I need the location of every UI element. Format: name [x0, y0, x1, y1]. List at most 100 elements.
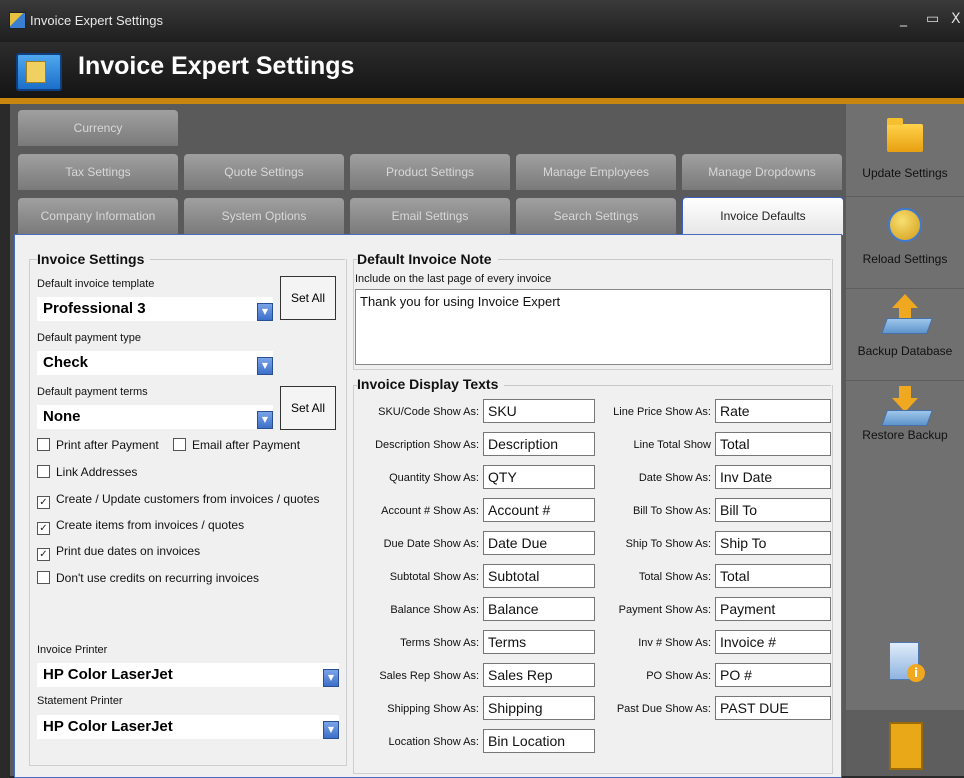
tab-tax-settings[interactable]: Tax Settings [18, 154, 178, 190]
restore-backup-button[interactable]: Restore Backup [846, 380, 964, 472]
template-label: Default invoice template [37, 278, 155, 290]
terms-set-all-button[interactable]: Set All [280, 386, 336, 430]
line-price-field[interactable]: Rate [715, 399, 831, 423]
check-icon[interactable]: ✓ [37, 548, 50, 561]
invoice-printer-value: HP Color LaserJet [43, 666, 173, 683]
line-total-field[interactable]: Total [715, 432, 831, 456]
checkbox-box[interactable] [37, 438, 50, 451]
subtotal-label: Subtotal Show As: [389, 571, 479, 583]
description-field[interactable]: Description [483, 432, 595, 456]
payment-terms-select[interactable]: None ▼ [37, 405, 273, 429]
template-set-all-button[interactable]: Set All [280, 276, 336, 320]
app-icon [9, 12, 26, 29]
ship-to-label: Ship To Show As: [625, 538, 711, 550]
tab-company-information[interactable]: Company Information [18, 198, 178, 234]
chevron-down-icon[interactable]: ▼ [323, 721, 339, 739]
shipping-field[interactable]: Shipping [483, 696, 595, 720]
sku-field[interactable]: SKU [483, 399, 595, 423]
tab-invoice-defaults[interactable]: Invoice Defaults [682, 197, 844, 235]
link-addresses-checkbox[interactable]: Link Addresses [37, 465, 137, 479]
invoice-defaults-panel: Invoice Settings Default invoice templat… [14, 234, 842, 778]
invoice-printer-label: Invoice Printer [37, 644, 108, 656]
date-label: Date Show As: [638, 472, 711, 484]
terms-field[interactable]: Terms [483, 630, 595, 654]
tab-search-settings[interactable]: Search Settings [516, 198, 676, 234]
location-field[interactable]: Bin Location [483, 729, 595, 753]
payment-field[interactable]: Payment [715, 597, 831, 621]
bill-to-field[interactable]: Bill To [715, 498, 831, 522]
no-credits-recurring-checkbox[interactable]: Don't use credits on recurring invoices [37, 571, 259, 585]
tab-email-settings[interactable]: Email Settings [350, 198, 510, 234]
due-date-label: Due Date Show As: [383, 538, 479, 550]
tab-product-settings[interactable]: Product Settings [350, 154, 510, 190]
chevron-down-icon[interactable]: ▼ [257, 411, 273, 429]
default-note-textarea[interactable]: Thank you for using Invoice Expert [355, 289, 831, 365]
line-price-label: Line Price Show As: [613, 406, 711, 418]
backup-database-button[interactable]: Backup Database [846, 288, 964, 381]
quantity-label: Quantity Show As: [389, 472, 479, 484]
inv-number-field[interactable]: Invoice # [715, 630, 831, 654]
chevron-down-icon[interactable]: ▼ [257, 357, 273, 375]
subtotal-field[interactable]: Subtotal [483, 564, 595, 588]
reload-icon [888, 208, 922, 242]
template-select[interactable]: Professional 3 ▼ [37, 297, 273, 321]
sales-rep-field[interactable]: Sales Rep [483, 663, 595, 687]
past-due-field[interactable]: PAST DUE [715, 696, 831, 720]
template-value: Professional 3 [43, 300, 146, 317]
balance-field[interactable]: Balance [483, 597, 595, 621]
info-icon[interactable]: i [889, 642, 925, 686]
chevron-down-icon[interactable]: ▼ [323, 669, 339, 687]
email-after-payment-checkbox[interactable]: Email after Payment [173, 438, 300, 452]
statement-printer-select[interactable]: HP Color LaserJet ▼ [37, 715, 339, 739]
folder-icon [887, 118, 923, 152]
payment-terms-value: None [43, 408, 81, 425]
window-title-bar: Invoice Expert Settings _ ▭ X [0, 0, 964, 42]
reload-settings-button[interactable]: Reload Settings [846, 196, 964, 289]
display-texts-title: Invoice Display Texts [357, 376, 505, 392]
check-icon[interactable]: ✓ [37, 496, 50, 509]
maximize-button[interactable]: ▭ [926, 11, 939, 27]
balance-label: Balance Show As: [390, 604, 479, 616]
payment-terms-label: Default payment terms [37, 386, 148, 398]
quantity-field[interactable]: QTY [483, 465, 595, 489]
print-after-payment-checkbox[interactable]: Print after Payment [37, 438, 159, 452]
sales-rep-label: Sales Rep Show As: [379, 670, 479, 682]
due-date-field[interactable]: Date Due [483, 531, 595, 555]
print-due-dates-checkbox[interactable]: ✓ Print due dates on invoices [37, 544, 200, 561]
default-note-title: Default Invoice Note [357, 251, 498, 267]
minimize-button[interactable]: _ [900, 11, 907, 27]
tab-manage-employees[interactable]: Manage Employees [516, 154, 676, 190]
payment-type-select[interactable]: Check ▼ [37, 351, 273, 375]
invoice-settings-title: Invoice Settings [37, 251, 151, 267]
tab-system-options[interactable]: System Options [184, 198, 344, 234]
action-sidebar: Update Settings Reload Settings Backup D… [846, 104, 964, 776]
description-label: Description Show As: [375, 439, 479, 451]
payment-type-label: Default payment type [37, 332, 141, 344]
inv-number-label: Inv # Show As: [638, 637, 711, 649]
contact-card-icon [16, 53, 62, 91]
window-title: Invoice Expert Settings [30, 13, 163, 28]
invoice-printer-select[interactable]: HP Color LaserJet ▼ [37, 663, 339, 687]
tab-manage-dropdowns[interactable]: Manage Dropdowns [682, 154, 842, 190]
bill-to-label: Bill To Show As: [632, 505, 711, 517]
chevron-down-icon[interactable]: ▼ [257, 303, 273, 321]
tab-quote-settings[interactable]: Quote Settings [184, 154, 344, 190]
checkbox-box[interactable] [37, 571, 50, 584]
tab-currency[interactable]: Currency [18, 110, 178, 146]
create-items-checkbox[interactable]: ✓ Create items from invoices / quotes [37, 518, 244, 535]
checkbox-box[interactable] [37, 465, 50, 478]
check-icon[interactable]: ✓ [37, 522, 50, 535]
exit-door-icon[interactable] [889, 722, 923, 770]
date-field[interactable]: Inv Date [715, 465, 831, 489]
total-field[interactable]: Total [715, 564, 831, 588]
account-field[interactable]: Account # [483, 498, 595, 522]
update-settings-button[interactable]: Update Settings [846, 104, 964, 197]
backup-icon [846, 288, 964, 380]
checkbox-box[interactable] [173, 438, 186, 451]
po-field[interactable]: PO # [715, 663, 831, 687]
total-label: Total Show As: [638, 571, 711, 583]
create-update-customers-checkbox[interactable]: ✓ Create / Update customers from invoices… [37, 492, 319, 509]
payment-type-value: Check [43, 354, 89, 371]
close-button[interactable]: X [951, 11, 961, 27]
ship-to-field[interactable]: Ship To [715, 531, 831, 555]
